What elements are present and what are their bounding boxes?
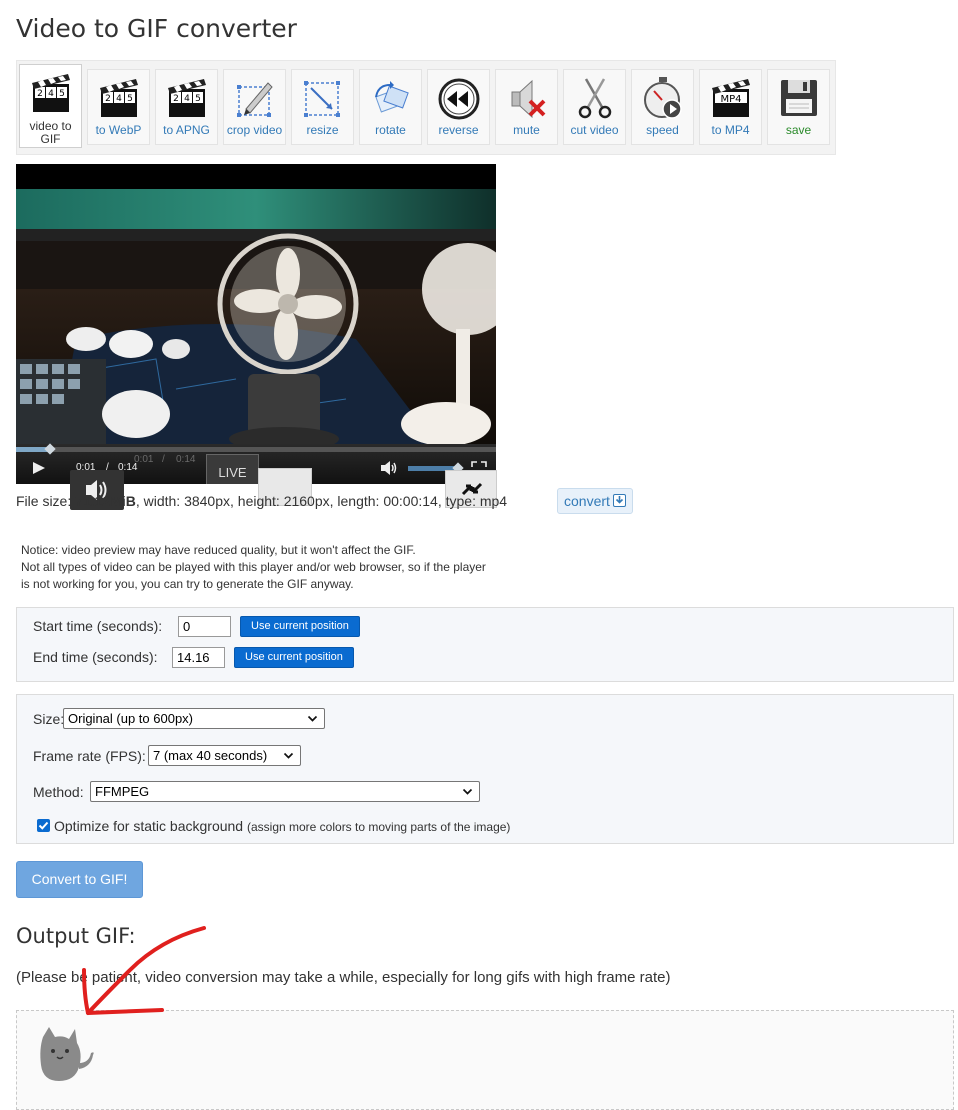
red-annotation-arrow bbox=[82, 926, 206, 1015]
chevron-down-icon bbox=[307, 715, 318, 722]
tool-mute[interactable]: mute bbox=[495, 69, 558, 145]
output-gif-area bbox=[16, 1010, 954, 1110]
tool-save[interactable]: save bbox=[767, 69, 830, 145]
tool-to-webp[interactable]: 2 4 5 to WebP bbox=[87, 69, 150, 145]
start-time-input[interactable] bbox=[178, 616, 231, 637]
size-select[interactable]: Original (up to 600px) bbox=[63, 708, 325, 729]
mute-speaker-icon bbox=[511, 79, 545, 119]
tool-speed[interactable]: speed bbox=[631, 69, 694, 145]
crop-icon bbox=[236, 82, 273, 117]
ghost-duration: 0:14 bbox=[176, 454, 196, 465]
download-arrow-icon bbox=[612, 494, 626, 507]
video-frame bbox=[16, 189, 496, 444]
fps-label: Frame rate (FPS): bbox=[33, 748, 146, 764]
resize-icon bbox=[303, 81, 340, 117]
svg-text:4: 4 bbox=[48, 89, 54, 99]
chevron-down-icon bbox=[283, 752, 294, 759]
cat-mascot-icon bbox=[40, 1027, 94, 1081]
end-time-input[interactable] bbox=[172, 647, 225, 668]
rewind-icon bbox=[438, 78, 479, 120]
video-player[interactable]: 0:01 / 0:14 0:01 / 0:14 LIVE bbox=[16, 164, 496, 484]
live-button[interactable]: LIVE bbox=[206, 454, 259, 484]
optimize-note: (assign more colors to moving parts of t… bbox=[246, 820, 511, 834]
checkmark-icon bbox=[38, 821, 49, 830]
clapper-icon: 2 4 5 bbox=[167, 79, 206, 117]
clapper-icon: 2 4 5 bbox=[99, 79, 138, 117]
tool-rotate[interactable]: rotate bbox=[359, 69, 422, 145]
progress-bar[interactable] bbox=[16, 443, 496, 455]
tool-label: to WebP bbox=[95, 123, 142, 137]
stopwatch-icon bbox=[643, 77, 682, 119]
svg-text:5: 5 bbox=[59, 89, 65, 99]
tool-reverse[interactable]: reverse bbox=[427, 69, 490, 145]
convert-dropdown-button[interactable]: convert bbox=[557, 488, 633, 514]
size-label: Size: bbox=[33, 711, 65, 727]
tool-label: save bbox=[785, 123, 812, 137]
file-info: File size: 71.12MiB, width: 3840px, heig… bbox=[16, 493, 508, 509]
svg-text:4: 4 bbox=[116, 94, 122, 104]
svg-text:MP4: MP4 bbox=[720, 94, 741, 105]
tool-video-to-gif[interactable]: 2 4 5 video to GIF bbox=[19, 64, 82, 148]
tool-label: reverse bbox=[438, 123, 479, 137]
svg-text:2: 2 bbox=[37, 89, 43, 99]
svg-text:4: 4 bbox=[184, 94, 190, 104]
end-time-label: End time (seconds): bbox=[33, 649, 158, 665]
volume-button[interactable] bbox=[380, 460, 398, 479]
optimize-checkbox[interactable] bbox=[37, 819, 50, 832]
ghost-separator: / bbox=[162, 454, 165, 465]
tool-toolbar: 2 4 5 video to GIF 2 4 5 to WebP 2 4 5 t… bbox=[16, 60, 836, 155]
tool-label: crop video bbox=[226, 123, 283, 137]
file-size: 71.12MiB bbox=[75, 493, 136, 509]
method-select[interactable]: FFMPEG bbox=[90, 781, 480, 802]
tool-label: mute bbox=[513, 123, 540, 137]
tool-crop-video[interactable]: crop video bbox=[223, 69, 286, 145]
clapper-icon: MP4 bbox=[711, 79, 750, 117]
start-use-current-button[interactable]: Use current position bbox=[240, 616, 360, 637]
speaker-icon bbox=[381, 461, 397, 475]
end-use-current-button[interactable]: Use current position bbox=[234, 647, 354, 668]
tool-cut-video[interactable]: cut video bbox=[563, 69, 626, 145]
svg-text:5: 5 bbox=[195, 94, 201, 104]
tool-label: speed bbox=[646, 123, 679, 137]
tool-label: to MP4 bbox=[711, 123, 750, 137]
svg-text:2: 2 bbox=[173, 94, 179, 104]
time-range-panel: Start time (seconds): Use current positi… bbox=[16, 607, 954, 682]
rotate-icon bbox=[374, 81, 409, 113]
tool-resize[interactable]: resize bbox=[291, 69, 354, 145]
convert-to-gif-button[interactable]: Convert to GIF! bbox=[16, 861, 143, 898]
svg-text:5: 5 bbox=[127, 94, 133, 104]
tool-label: rotate bbox=[375, 123, 406, 137]
chevron-down-icon bbox=[462, 788, 473, 795]
gif-options-panel: Size: Original (up to 600px) Frame rate … bbox=[16, 694, 954, 844]
floppy-disk-icon bbox=[780, 80, 817, 116]
fps-select[interactable]: 7 (max 40 seconds) bbox=[148, 745, 301, 766]
page-title: Video to GIF converter bbox=[16, 14, 297, 43]
tool-label: to APNG bbox=[163, 123, 210, 137]
tool-label: cut video bbox=[570, 123, 619, 137]
tool-to-apng[interactable]: 2 4 5 to APNG bbox=[155, 69, 218, 145]
clapper-icon: 2 4 5 bbox=[31, 74, 70, 112]
svg-text:2: 2 bbox=[105, 94, 111, 104]
scissors-icon bbox=[578, 78, 611, 119]
method-label: Method: bbox=[33, 784, 84, 800]
optimize-label: Optimize for static background (assign m… bbox=[54, 818, 511, 834]
tool-label: video to GIF bbox=[29, 119, 72, 146]
preview-notice: Notice: video preview may have reduced q… bbox=[21, 543, 486, 591]
tool-to-mp4[interactable]: MP4 to MP4 bbox=[699, 69, 762, 145]
play-icon bbox=[33, 462, 45, 474]
play-button[interactable] bbox=[30, 460, 48, 479]
tool-label: resize bbox=[306, 123, 339, 137]
start-time-label: Start time (seconds): bbox=[33, 618, 163, 634]
